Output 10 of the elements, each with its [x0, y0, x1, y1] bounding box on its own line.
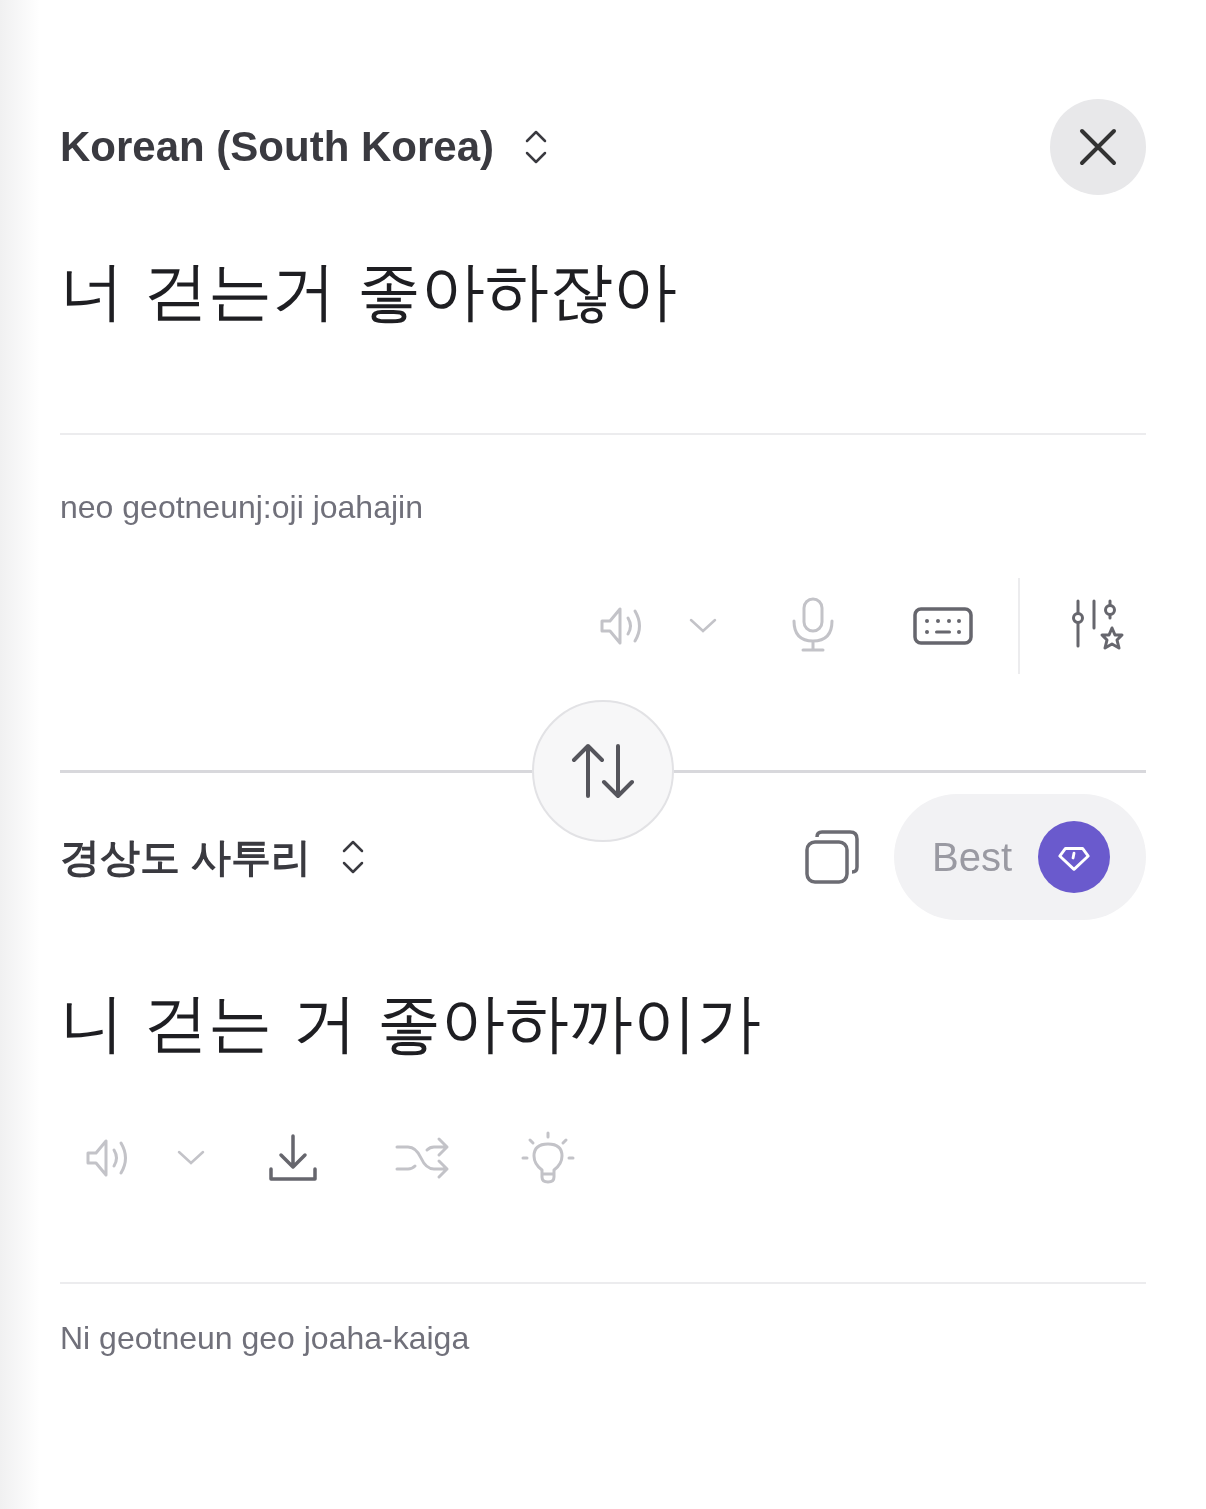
translated-text: 니 걷는 거 좋아하까이가	[60, 985, 763, 1062]
keyboard-button[interactable]	[912, 606, 974, 646]
romanization-text: neo geotneunj:oji joahajin	[60, 489, 424, 526]
romanization-text: Ni geotneun geo joaha-kaiga	[60, 1320, 471, 1357]
copy-button[interactable]	[804, 829, 860, 885]
close-icon	[1078, 127, 1118, 167]
source-text: 너 걷는거 좋아하잖아	[60, 253, 678, 330]
language-selector[interactable]: Korean (South Korea)	[60, 123, 549, 171]
language-selector[interactable]: 경상도 사투리	[60, 829, 366, 885]
download-button[interactable]	[268, 1133, 318, 1183]
